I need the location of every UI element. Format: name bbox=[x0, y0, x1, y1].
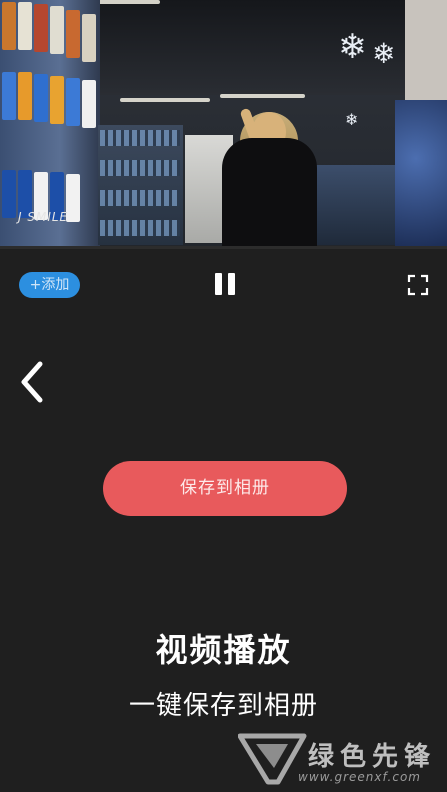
add-button[interactable]: +添加 bbox=[19, 272, 80, 298]
watermark-url: www.greenxf.com bbox=[298, 770, 421, 784]
video-decoration bbox=[395, 100, 447, 246]
video-bottles bbox=[100, 160, 180, 176]
promo-title: 视频播放 bbox=[155, 631, 292, 669]
video-player[interactable]: ❄ ❄ ❄ J SMILE bbox=[0, 0, 447, 246]
video-person-body bbox=[222, 138, 317, 246]
fullscreen-button[interactable] bbox=[407, 274, 429, 296]
video-shelf-right bbox=[310, 165, 400, 245]
save-to-album-button[interactable]: 保存到相册 bbox=[103, 461, 347, 516]
snowflake-icon: ❄ bbox=[372, 37, 396, 70]
chevron-left-icon bbox=[21, 361, 43, 403]
fullscreen-icon bbox=[407, 274, 429, 296]
back-button[interactable] bbox=[14, 358, 50, 406]
ceiling-light bbox=[220, 94, 305, 98]
video-bottles bbox=[100, 190, 180, 206]
site-watermark: 绿色先锋 www.greenxf.com bbox=[238, 732, 443, 788]
video-bottles bbox=[100, 220, 180, 236]
pause-button[interactable] bbox=[212, 271, 238, 299]
video-shelf-text: J SMILE bbox=[18, 210, 69, 224]
video-progress-bar[interactable] bbox=[0, 246, 447, 249]
snowflake-icon: ❄ bbox=[338, 27, 367, 67]
ceiling-light bbox=[120, 98, 210, 102]
promo-subtitle: 一键保存到相册 bbox=[128, 691, 318, 721]
watermark-name: 绿色先锋 bbox=[308, 742, 437, 772]
video-bottles bbox=[100, 130, 180, 146]
video-wall bbox=[405, 0, 447, 100]
snowflake-icon: ❄ bbox=[345, 110, 359, 129]
